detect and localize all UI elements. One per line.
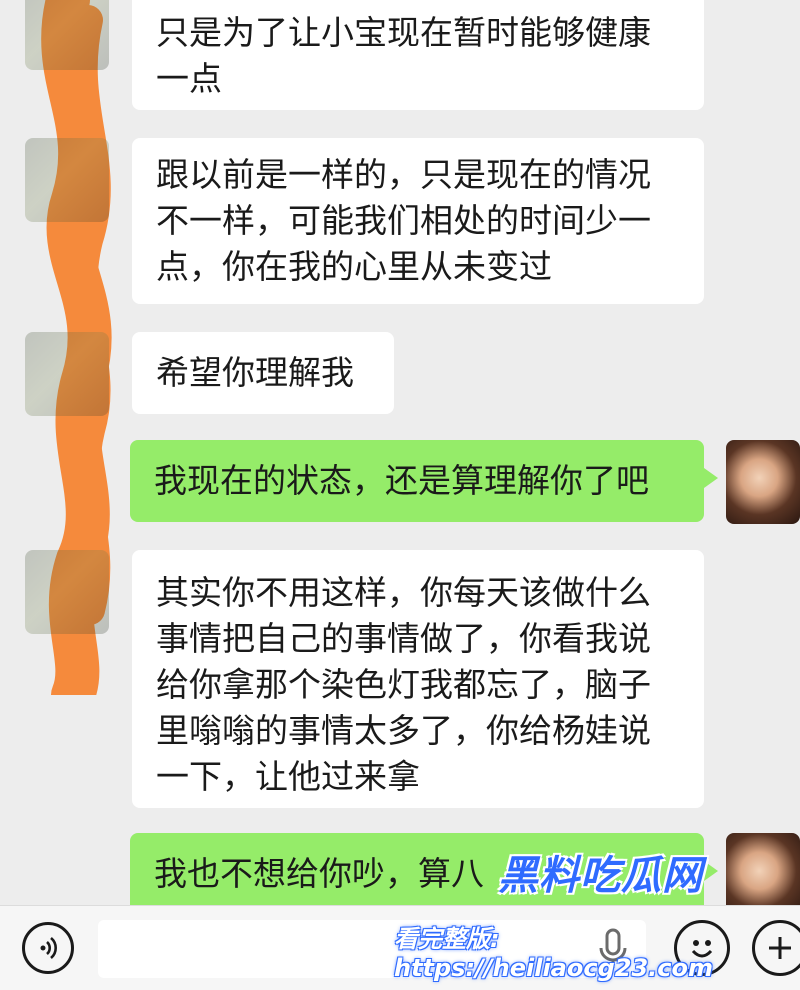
- chat-area: 只是为了让小宝现在暂时能够健康一点 跟以前是一样的，只是现在的情况不一样，可能我…: [0, 0, 800, 905]
- message-text: 我现在的状态，还是算理解你了吧: [154, 461, 649, 500]
- watermark-url: 看完整版: https://heiliaocg23.com: [394, 925, 713, 982]
- message-bubble: 希望你理解我: [132, 332, 394, 414]
- message-text: 只是为了让小宝现在暂时能够健康一点: [156, 13, 651, 98]
- contact-avatar[interactable]: [25, 0, 109, 70]
- input-bar: 看完整版: https://heiliaocg23.com: [0, 905, 800, 990]
- voice-icon[interactable]: [22, 922, 74, 974]
- my-avatar[interactable]: [726, 440, 800, 524]
- message-text: 希望你理解我: [156, 353, 354, 392]
- message-bubble: 我现在的状态，还是算理解你了吧: [130, 440, 718, 522]
- contact-avatar[interactable]: [25, 138, 109, 222]
- message-bubble: 跟以前是一样的，只是现在的情况不一样，可能我们相处的时间少一点，你在我的心里从未…: [132, 138, 704, 304]
- contact-avatar[interactable]: [25, 332, 109, 416]
- watermark-title: 黑料吃瓜网: [498, 853, 703, 899]
- contact-avatar[interactable]: [25, 550, 109, 634]
- message-text: 跟以前是一样的，只是现在的情况不一样，可能我们相处的时间少一点，你在我的心里从未…: [156, 155, 651, 286]
- message-text: 我也不想给你吵，算八: [154, 854, 484, 893]
- message-text: 其实你不用这样，你每天该做什么事情把自己的事情做了，你看我说给你拿那个染色灯我都…: [156, 573, 651, 796]
- my-avatar[interactable]: [726, 833, 800, 905]
- voice-icon-glyph: [40, 937, 57, 959]
- message-bubble: 只是为了让小宝现在暂时能够健康一点: [132, 0, 704, 110]
- message-bubble: 其实你不用这样，你每天该做什么事情把自己的事情做了，你看我说给你拿那个染色灯我都…: [132, 550, 704, 808]
